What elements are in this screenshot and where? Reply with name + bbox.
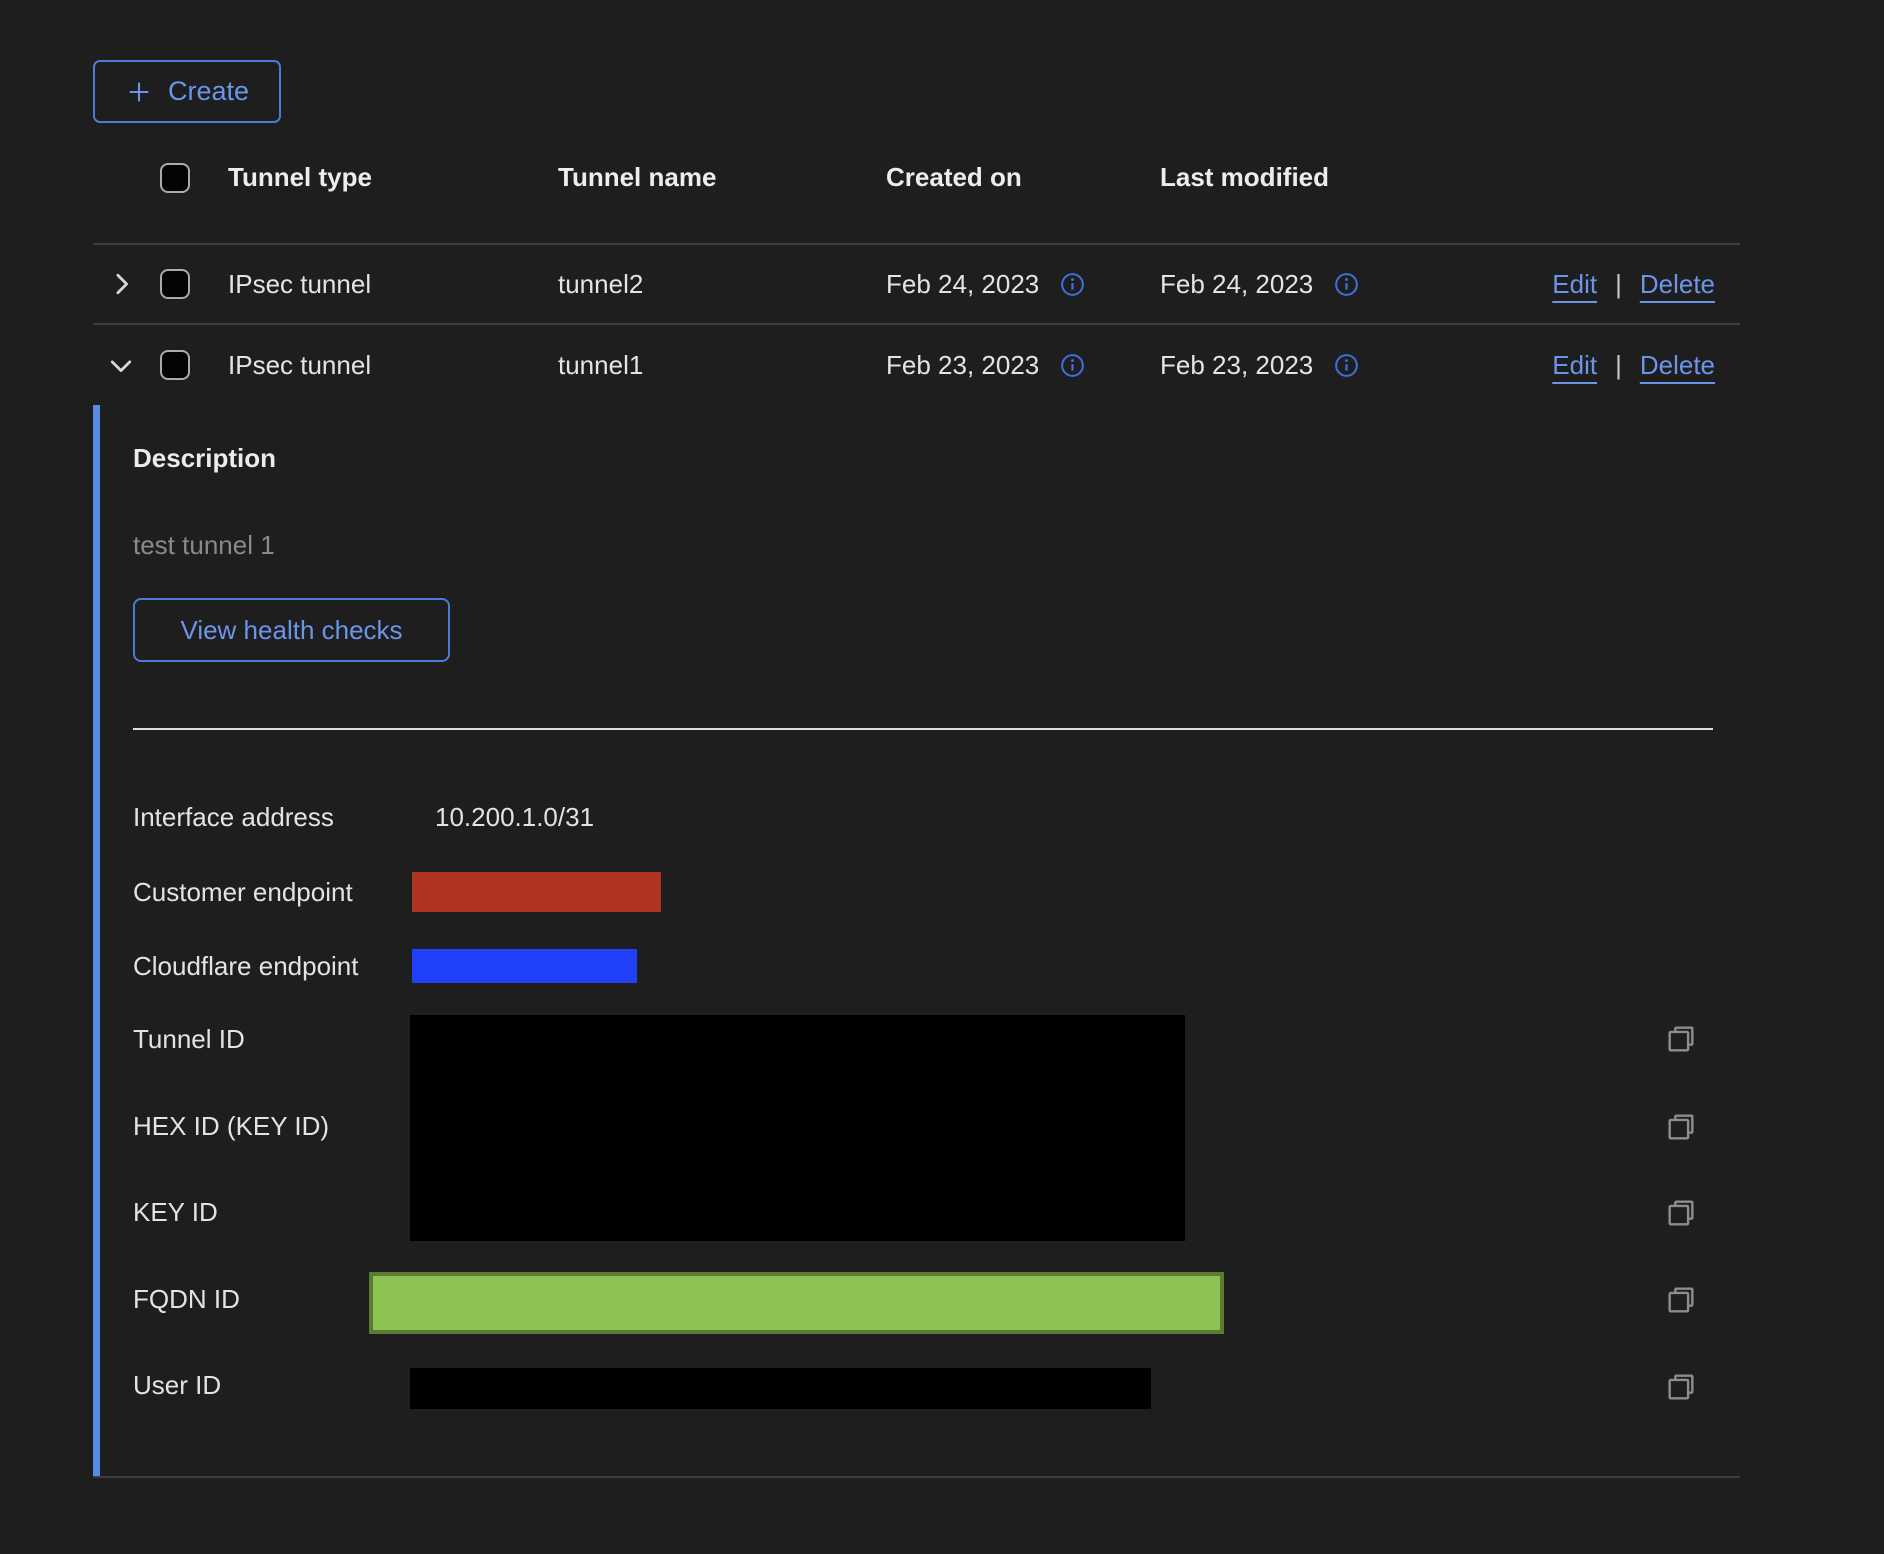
copy-icon (1664, 1283, 1698, 1317)
copy-user-id-button[interactable] (1664, 1370, 1698, 1404)
copy-hex-id-button[interactable] (1664, 1110, 1698, 1144)
fqdn-id-redacted-value (369, 1272, 1224, 1334)
row-actions: Edit | Delete (1552, 350, 1740, 381)
table-header-row: Tunnel type Tunnel name Created on Last … (93, 112, 1740, 245)
customer-endpoint-redacted-value (412, 872, 661, 912)
table-row: IPsec tunnel tunnel2 Feb 24, 2023 Feb 24… (93, 245, 1740, 325)
created-on-value: Feb 23, 2023 (886, 350, 1039, 381)
cloudflare-endpoint-label: Cloudflare endpoint (133, 951, 359, 982)
hex-id-label: HEX ID (KEY ID) (133, 1111, 329, 1142)
collapse-toggle[interactable] (93, 350, 145, 380)
copy-icon (1664, 1022, 1698, 1056)
key-id-label: KEY ID (133, 1197, 218, 1228)
row-actions: Edit | Delete (1552, 269, 1740, 300)
row-checkbox[interactable] (160, 350, 190, 380)
header-tunnel-name: Tunnel name (558, 162, 886, 193)
chevron-right-icon (106, 269, 136, 299)
interface-address-value: 10.200.1.0/31 (435, 802, 594, 833)
user-id-redacted-value (410, 1368, 1151, 1409)
header-created-on: Created on (886, 162, 1160, 193)
tunnels-table: Tunnel type Tunnel name Created on Last … (93, 112, 1740, 405)
create-button-label: Create (168, 76, 249, 107)
actions-separator: | (1615, 269, 1622, 300)
info-icon[interactable] (1333, 271, 1360, 298)
interface-address-label: Interface address (133, 802, 334, 833)
detail-divider (133, 728, 1713, 730)
edit-link[interactable]: Edit (1552, 269, 1597, 300)
info-icon[interactable] (1059, 271, 1086, 298)
view-health-checks-button[interactable]: View health checks (133, 598, 450, 662)
table-row: IPsec tunnel tunnel1 Feb 23, 2023 Feb 23… (93, 325, 1740, 405)
fqdn-id-label: FQDN ID (133, 1284, 240, 1315)
info-icon[interactable] (1059, 352, 1086, 379)
row-checkbox-cell (145, 269, 228, 299)
header-tunnel-type: Tunnel type (228, 162, 558, 193)
header-last-modified: Last modified (1160, 162, 1460, 193)
tunnel-type-cell: IPsec tunnel (228, 350, 558, 381)
created-on-cell: Feb 24, 2023 (886, 269, 1160, 300)
plus-icon (125, 78, 153, 106)
row-checkbox-cell (145, 350, 228, 380)
expanded-row-indicator (93, 405, 100, 1476)
copy-tunnel-id-button[interactable] (1664, 1022, 1698, 1056)
edit-link[interactable]: Edit (1552, 350, 1597, 381)
copy-icon (1664, 1196, 1698, 1230)
copy-icon (1664, 1110, 1698, 1144)
expand-toggle[interactable] (93, 269, 145, 299)
tunnel-name-cell: tunnel2 (558, 269, 886, 300)
ids-redacted-value (410, 1015, 1185, 1241)
created-on-cell: Feb 23, 2023 (886, 350, 1160, 381)
created-on-value: Feb 24, 2023 (886, 269, 1039, 300)
tunnel-detail-panel: Description test tunnel 1 View health ch… (93, 405, 1740, 1478)
tunnel-id-label: Tunnel ID (133, 1024, 245, 1055)
tunnel-type-cell: IPsec tunnel (228, 269, 558, 300)
select-all-checkbox[interactable] (160, 163, 190, 193)
last-modified-cell: Feb 23, 2023 (1160, 350, 1460, 381)
row-checkbox[interactable] (160, 269, 190, 299)
view-health-checks-label: View health checks (180, 615, 402, 646)
actions-separator: | (1615, 350, 1622, 381)
tunnels-page: Create Tunnel type Tunnel name Created o… (0, 0, 1884, 1554)
info-icon[interactable] (1333, 352, 1360, 379)
description-label: Description (133, 443, 276, 474)
tunnel-name-cell: tunnel1 (558, 350, 886, 381)
chevron-down-icon (106, 350, 136, 380)
copy-fqdn-id-button[interactable] (1664, 1283, 1698, 1317)
description-text: test tunnel 1 (133, 530, 275, 561)
cloudflare-endpoint-redacted-value (412, 949, 637, 983)
user-id-label: User ID (133, 1370, 221, 1401)
last-modified-cell: Feb 24, 2023 (1160, 269, 1460, 300)
copy-key-id-button[interactable] (1664, 1196, 1698, 1230)
copy-icon (1664, 1370, 1698, 1404)
delete-link[interactable]: Delete (1640, 269, 1715, 300)
last-modified-value: Feb 24, 2023 (1160, 269, 1313, 300)
delete-link[interactable]: Delete (1640, 350, 1715, 381)
last-modified-value: Feb 23, 2023 (1160, 350, 1313, 381)
customer-endpoint-label: Customer endpoint (133, 877, 353, 908)
header-checkbox-cell (145, 163, 228, 193)
